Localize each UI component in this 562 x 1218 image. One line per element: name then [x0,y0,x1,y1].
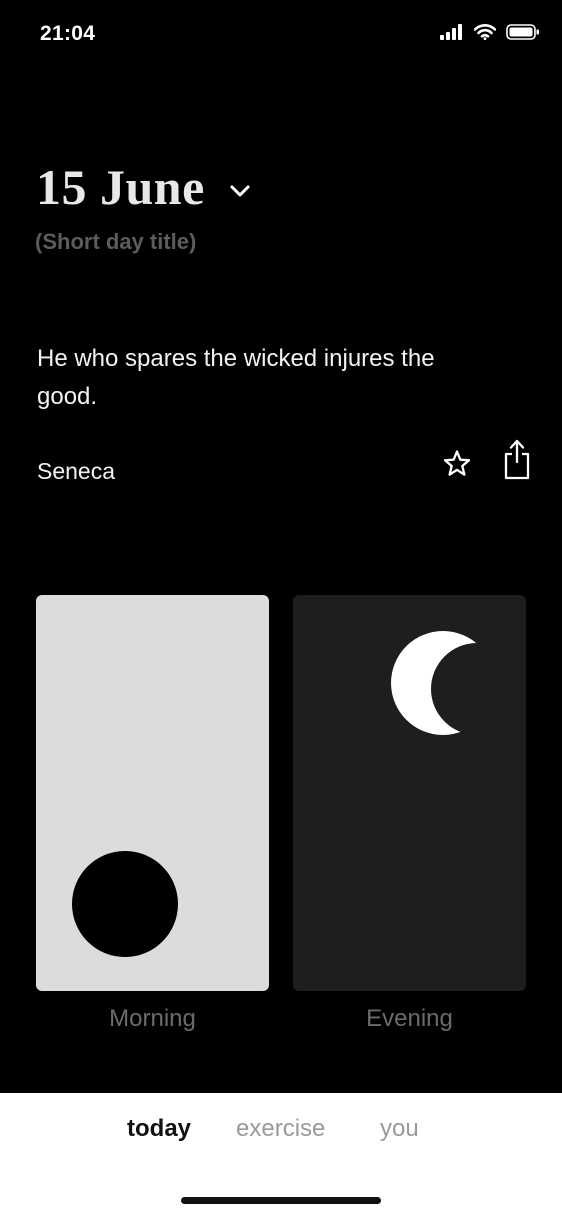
morning-card[interactable] [36,595,269,991]
battery-icon [506,24,539,40]
quote-author: Seneca [37,458,116,484]
status-icons [440,24,540,40]
tab-you[interactable]: you [380,1115,419,1143]
tab-today[interactable]: today [127,1115,191,1143]
tab-exercise[interactable]: exercise [236,1115,325,1143]
date-header: 15 June [36,158,253,216]
moon-icon [391,631,495,735]
evening-card[interactable] [293,595,526,991]
day-subtitle: (Short day title) [35,229,197,254]
morning-label: Morning [109,1005,196,1032]
tab-bar: today exercise you [0,1093,562,1218]
chevron-down-icon[interactable] [227,178,253,204]
evening-label: Evening [366,1005,453,1032]
cellular-signal-icon [440,24,462,40]
status-time: 21:04 [40,22,96,45]
home-indicator[interactable] [181,1197,381,1204]
share-icon[interactable] [502,438,532,480]
status-bar: 21:04 [0,0,562,70]
wifi-icon [474,24,496,40]
star-icon[interactable] [441,448,473,480]
quote-text: He who spares the wicked injures the goo… [37,345,435,410]
page-title: 15 June [36,159,205,215]
sun-icon [72,851,178,957]
